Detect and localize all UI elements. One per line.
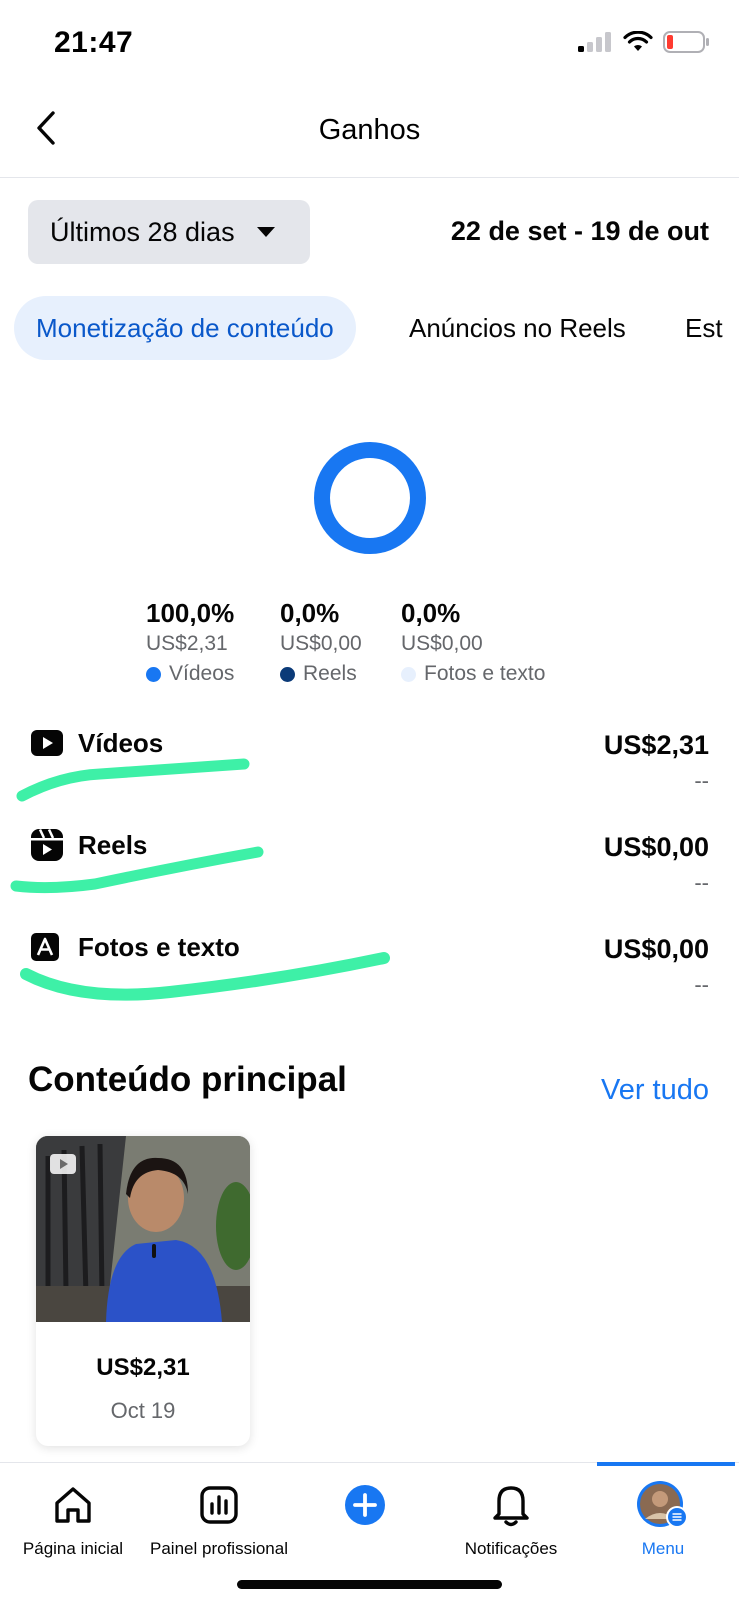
legend-label: Reels <box>303 662 357 685</box>
create-icon <box>343 1481 387 1529</box>
nav-label: Página inicial <box>22 1539 124 1558</box>
nav-menu[interactable]: Menu <box>590 1463 736 1573</box>
row-videos[interactable]: Vídeos US$2,31 -- <box>0 712 739 802</box>
video-thumbnail <box>36 1136 250 1322</box>
legend-dot-icon <box>146 666 161 682</box>
text-icon <box>31 933 59 961</box>
legend-dot-icon <box>401 666 416 682</box>
row-amount: US$2,31 <box>603 730 709 760</box>
stat-legend: Vídeos <box>146 659 234 689</box>
status-icons <box>577 30 711 54</box>
row-amount: US$0,00 <box>603 832 709 862</box>
date-range: 22 de set - 19 de out <box>450 216 709 246</box>
nav-label: Notificações <box>464 1539 558 1558</box>
earnings-donut-chart <box>314 442 426 554</box>
card-amount: US$2,31 <box>96 1354 190 1381</box>
stat-percent: 0,0% <box>401 598 461 628</box>
row-delta: -- <box>694 768 709 793</box>
reels-icon <box>31 828 63 861</box>
section-title: Conteúdo principal <box>28 1060 347 1099</box>
stat-amount: US$0,00 <box>280 632 362 655</box>
stat-legend: Reels <box>280 659 362 689</box>
donut-ring-videos <box>314 442 426 554</box>
tab-content-monetization[interactable]: Monetização de conteúdo <box>14 296 356 360</box>
tab-bar: Monetização de conteúdo Anúncios no Reel… <box>0 296 739 360</box>
row-label: Fotos e texto <box>78 932 240 962</box>
earnings-breakdown: 100,0% US$2,31 Vídeos 0,0% US$0,00 Reels… <box>0 597 739 687</box>
status-bar: 21:47 <box>0 0 739 88</box>
card-date: Oct 19 <box>110 1398 176 1423</box>
legend-label: Vídeos <box>169 662 235 685</box>
row-delta: -- <box>694 870 709 895</box>
stat-reels: 0,0% US$0,00 Reels <box>280 597 362 689</box>
content-card[interactable]: US$2,31 Oct 19 <box>36 1136 250 1446</box>
row-amount: US$0,00 <box>603 934 709 964</box>
nav-dashboard[interactable]: Painel profissional <box>146 1463 292 1573</box>
nav-home[interactable]: Página inicial <box>0 1463 146 1573</box>
tab-more[interactable]: Est <box>685 296 723 360</box>
home-icon <box>52 1481 94 1529</box>
nav-label: Painel profissional <box>150 1539 288 1558</box>
row-reels[interactable]: Reels US$0,00 -- <box>0 814 739 904</box>
page-title: Ganhos <box>318 114 421 146</box>
stat-percent: 100,0% <box>146 598 235 628</box>
nav-label: Menu <box>641 1539 685 1558</box>
period-label: Últimos 28 dias <box>50 216 235 247</box>
nav-create[interactable] <box>292 1463 438 1573</box>
see-all-link[interactable]: Ver tudo <box>601 1074 709 1107</box>
row-label: Reels <box>78 830 148 860</box>
battery-icon <box>663 31 709 53</box>
stat-legend: Fotos e texto <box>401 659 545 689</box>
signal-icon <box>578 32 611 52</box>
home-indicator <box>237 1580 502 1589</box>
stat-photos-text: 0,0% US$0,00 Fotos e texto <box>401 597 545 689</box>
stat-amount: US$0,00 <box>401 632 483 655</box>
nav-header: Ganhos <box>0 88 739 178</box>
bell-icon <box>490 1481 532 1529</box>
stat-videos: 100,0% US$2,31 Vídeos <box>146 597 234 689</box>
period-dropdown[interactable]: Últimos 28 dias <box>28 200 310 264</box>
caret-down-icon <box>256 227 275 237</box>
status-time: 21:47 <box>54 26 134 59</box>
dashboard-icon <box>198 1481 240 1529</box>
row-photos-text[interactable]: Fotos e texto US$0,00 -- <box>0 916 739 1006</box>
legend-label: Fotos e texto <box>424 662 546 685</box>
wifi-icon <box>623 31 653 51</box>
row-delta: -- <box>694 972 709 997</box>
tab-reels-ads[interactable]: Anúncios no Reels <box>409 296 626 360</box>
nav-notifications[interactable]: Notificações <box>438 1463 584 1573</box>
video-icon <box>31 730 63 756</box>
row-label: Vídeos <box>78 728 164 758</box>
profile-menu-icon <box>635 1481 691 1529</box>
stat-amount: US$2,31 <box>146 632 228 655</box>
stat-percent: 0,0% <box>280 598 340 628</box>
legend-dot-icon <box>280 666 295 682</box>
